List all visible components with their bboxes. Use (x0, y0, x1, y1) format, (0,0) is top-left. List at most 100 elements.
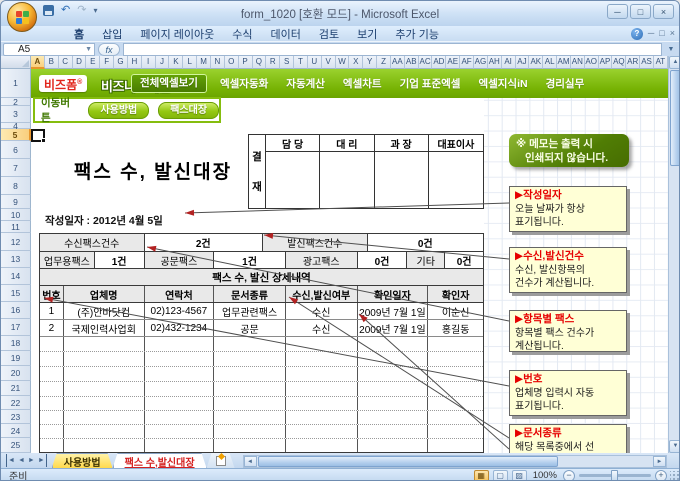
column-header-P[interactable]: P (238, 56, 253, 69)
column-header-AD[interactable]: AD (432, 56, 447, 69)
scroll-down-icon[interactable]: ▼ (669, 440, 679, 453)
empty-cell[interactable] (428, 337, 483, 351)
empty-cell[interactable] (214, 439, 286, 452)
column-header-E[interactable]: E (86, 56, 101, 69)
banner-menu-item-6[interactable]: 경리실무 (537, 76, 594, 91)
stats-cell[interactable]: 0건 (357, 252, 408, 268)
column-header-O[interactable]: O (224, 56, 239, 69)
detail-header-4[interactable]: 수신,발신여부 (285, 286, 358, 302)
row-header-2[interactable]: 2 (1, 97, 31, 107)
row-header-8[interactable]: 8 (1, 177, 31, 195)
detail-header-6[interactable]: 확인자 (428, 286, 483, 302)
page-break-view-button[interactable]: ▨ (511, 469, 527, 480)
column-header-AL[interactable]: AL (543, 56, 558, 69)
row-header-19[interactable]: 19 (1, 351, 31, 366)
empty-cell[interactable] (358, 411, 429, 424)
ribbon-tab-보기[interactable]: 보기 (348, 26, 386, 42)
fax-ledger-button[interactable]: 팩스대장 (158, 101, 220, 119)
row-header-23[interactable]: 23 (1, 410, 31, 424)
empty-cell[interactable] (358, 397, 429, 410)
column-header-AN[interactable]: AN (570, 56, 585, 69)
empty-cell[interactable] (40, 439, 64, 452)
formula-bar-expand-icon[interactable]: ▼ (665, 46, 677, 53)
detail-header-1[interactable]: 업체명 (63, 286, 145, 302)
empty-cell[interactable] (64, 397, 145, 410)
banner-menu-item-5[interactable]: 엑셀지식iN (469, 76, 536, 91)
empty-cell[interactable] (145, 425, 215, 438)
column-header-F[interactable]: F (100, 56, 115, 69)
banner-menu-item-1[interactable]: 엑셀자동화 (211, 76, 277, 91)
prev-sheet-icon[interactable]: ◄ (18, 454, 25, 467)
insert-sheet-tab[interactable] (207, 453, 235, 468)
column-header-V[interactable]: V (321, 56, 336, 69)
zoom-slider-thumb[interactable] (611, 470, 618, 480)
stats-cell[interactable]: 발신팩스건수 (263, 234, 368, 251)
ribbon-tab-데이터[interactable]: 데이터 (262, 26, 310, 42)
empty-cell[interactable] (286, 382, 358, 396)
column-header-S[interactable]: S (280, 56, 295, 69)
row-header-11[interactable]: 11 (1, 221, 31, 233)
workbook-minimize-button[interactable]: ─ (648, 27, 654, 40)
empty-cell[interactable] (64, 337, 145, 351)
stats-cell[interactable]: 수신팩스건수 (40, 234, 145, 251)
column-header-D[interactable]: D (72, 56, 87, 69)
cells-canvas[interactable]: 비즈폼® 비즈니스엑셀 전체엑셀보기엑셀자동화자동계산엑셀차트기업 표준엑셀엑셀… (31, 69, 668, 453)
next-sheet-icon[interactable]: ► (28, 454, 35, 467)
detail-cell[interactable]: 수신 (286, 303, 358, 319)
empty-cell[interactable] (145, 337, 215, 351)
stats-cell[interactable]: 0건 (367, 234, 483, 251)
column-header-AF[interactable]: AF (460, 56, 474, 69)
scroll-right-icon[interactable]: ► (653, 455, 666, 467)
column-header-AT[interactable]: AT (653, 56, 668, 69)
approval-sign-cell[interactable] (429, 152, 483, 208)
detail-cell[interactable]: 2009년 7월 1일 (358, 303, 429, 319)
empty-cell[interactable] (428, 411, 483, 424)
normal-view-button[interactable]: ▦ (473, 469, 489, 480)
column-header-M[interactable]: M (197, 56, 211, 69)
page-layout-view-button[interactable]: ▢ (492, 469, 508, 480)
empty-cell[interactable] (286, 367, 358, 381)
detail-cell[interactable]: 수신 (286, 320, 358, 336)
detail-cell[interactable]: 홍길동 (428, 320, 483, 336)
column-header-T[interactable]: T (294, 56, 308, 69)
column-header-B[interactable]: B (44, 56, 59, 69)
ribbon-tab-수식[interactable]: 수식 (223, 26, 261, 42)
banner-menu-item-0[interactable]: 전체엑셀보기 (131, 74, 207, 93)
empty-cell[interactable] (145, 367, 215, 381)
redo-icon[interactable]: ↷ (77, 5, 86, 16)
empty-cell[interactable] (145, 411, 215, 424)
column-header-AH[interactable]: AH (487, 56, 502, 69)
first-sheet-icon[interactable]: ◄ (6, 454, 15, 467)
column-header-I[interactable]: I (141, 56, 156, 69)
column-header-H[interactable]: H (127, 56, 142, 69)
empty-cell[interactable] (286, 397, 358, 410)
empty-cell[interactable] (40, 367, 64, 381)
empty-cell[interactable] (286, 337, 358, 351)
resize-grip[interactable] (670, 471, 679, 480)
stats-cell[interactable]: 업무용팩스 (40, 252, 95, 268)
detail-cell[interactable]: 02)123-4567 (145, 303, 215, 319)
column-header-A[interactable]: A (31, 56, 45, 69)
zoom-in-button[interactable]: + (655, 469, 667, 480)
horizontal-scrollbar[interactable]: ◄ ► (242, 454, 667, 468)
workbook-restore-button[interactable]: □ (659, 27, 664, 40)
row-header-6[interactable]: 6 (1, 141, 31, 159)
column-header-G[interactable]: G (114, 56, 128, 69)
sheet-tab-fax-ledger[interactable]: 팩스 수,발신대장 (113, 453, 207, 468)
empty-cell[interactable] (40, 337, 64, 351)
column-header-L[interactable]: L (183, 56, 198, 69)
column-header-C[interactable]: C (58, 56, 73, 69)
column-header-AK[interactable]: AK (529, 56, 544, 69)
empty-cell[interactable] (64, 411, 145, 424)
row-header-1[interactable]: 1 (1, 69, 31, 98)
empty-cell[interactable] (145, 352, 215, 366)
zoom-slider[interactable] (579, 470, 651, 480)
usage-button[interactable]: 사용방법 (88, 101, 150, 119)
detail-cell[interactable]: 2009년 7월 1일 (358, 320, 429, 336)
empty-cell[interactable] (286, 439, 358, 452)
column-header-AA[interactable]: AA (390, 56, 405, 69)
save-icon[interactable] (43, 5, 54, 16)
stats-cell[interactable]: 2건 (144, 234, 263, 251)
detail-cell[interactable]: 이순신 (428, 303, 483, 319)
row-header-10[interactable]: 10 (1, 209, 31, 221)
